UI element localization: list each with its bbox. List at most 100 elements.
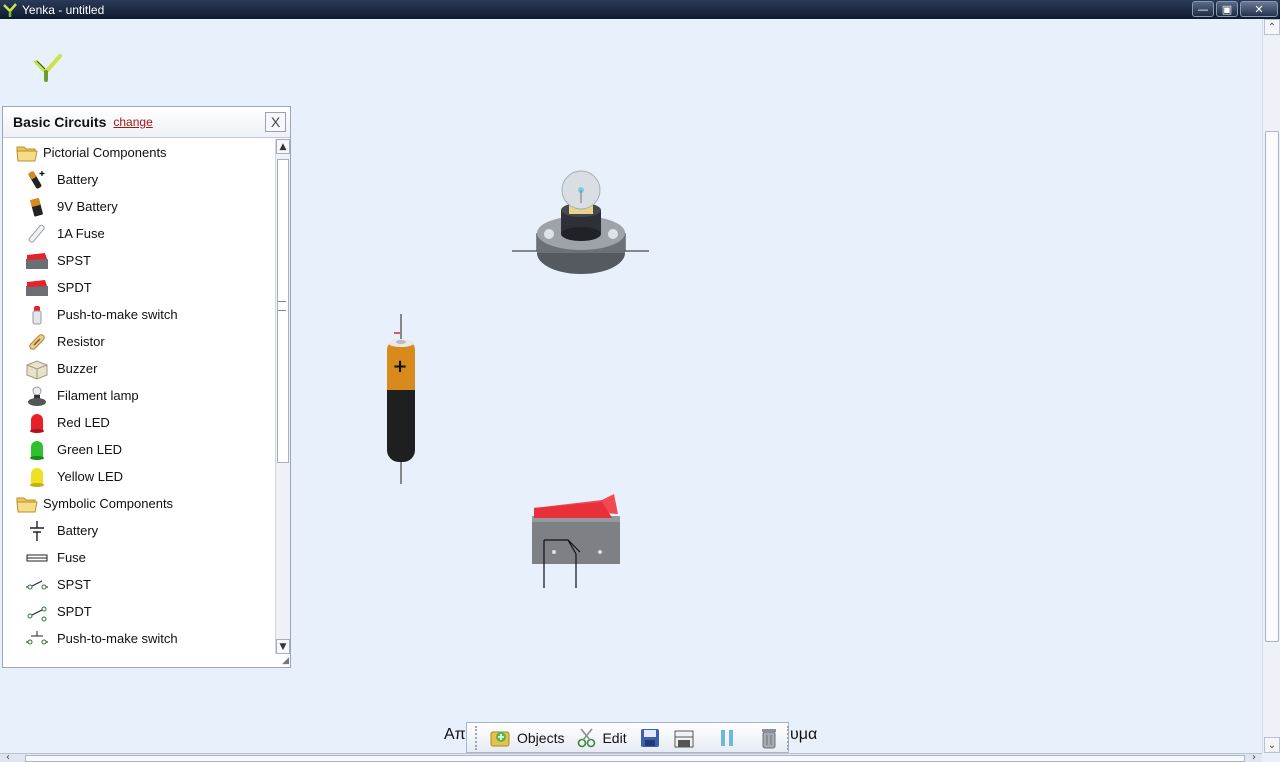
battery-component[interactable]: + — [380, 314, 424, 486]
save-as-icon — [674, 730, 694, 747]
workspace-vertical-scrollbar[interactable]: ⌃ ⌄ — [1262, 19, 1280, 753]
resize-grip-icon[interactable]: ◢ — [282, 656, 289, 666]
folder-label: Pictorial Components — [43, 145, 167, 160]
window-controls: — ▣ ✕ — [1192, 1, 1278, 17]
scroll-down-arrow-icon[interactable]: ⌄ — [1264, 737, 1280, 753]
yenka-logo-icon[interactable] — [33, 52, 63, 82]
list-item-9v-battery[interactable]: 9V Battery — [3, 193, 273, 220]
toolbar-grip-right[interactable] — [786, 725, 789, 750]
objects-button[interactable]: Objects — [485, 724, 568, 752]
pause-button[interactable] — [713, 724, 741, 752]
save-button[interactable] — [635, 724, 665, 752]
trash-button[interactable] — [755, 724, 783, 752]
scissors-icon — [578, 727, 596, 747]
yenka-app-icon — [3, 2, 17, 17]
resistor-icon — [25, 331, 49, 353]
9v-battery-icon — [25, 196, 49, 218]
push-switch-symbol-icon — [25, 628, 49, 650]
list-item-push-to-make-switch-symbol[interactable]: Push-to-make switch — [3, 625, 273, 652]
list-item-label: Battery — [57, 523, 99, 538]
save-icon — [640, 728, 659, 747]
folder-pictorial-components[interactable]: Pictorial Components — [3, 139, 273, 166]
trash-icon — [761, 728, 776, 748]
list-item-label: Push-to-make switch — [57, 631, 178, 646]
list-item-label: Yellow LED — [57, 469, 124, 484]
component-tree: Pictorial Components Battery 9V Battery … — [3, 139, 273, 666]
fuse-icon — [25, 223, 49, 245]
list-item-spdt[interactable]: SPDT — [3, 274, 273, 301]
title-bar: Yenka - untitled — ▣ ✕ — [0, 0, 1280, 19]
list-item-red-led[interactable]: Red LED — [3, 409, 273, 436]
bottom-toolbar: Objects Edit — [466, 722, 789, 753]
green-led-icon — [25, 439, 49, 461]
list-item-label: Green LED — [57, 442, 123, 457]
panel-scrollbar[interactable]: ▲ ▼ — [275, 139, 290, 654]
scroll-up-arrow-icon[interactable]: ⌃ — [1264, 19, 1280, 35]
change-library-link[interactable]: change — [113, 115, 152, 129]
vertical-scroll-thumb[interactable] — [1265, 131, 1279, 642]
edit-button[interactable]: Edit — [572, 724, 630, 752]
spst-switch-icon — [25, 250, 49, 272]
component-library-panel: Basic Circuits change X Pictorial Compon… — [2, 106, 291, 668]
buzzer-icon — [25, 358, 49, 380]
spst-switch-component[interactable] — [528, 488, 624, 590]
list-item-fuse-symbol[interactable]: Fuse — [3, 544, 273, 571]
panel-scroll-thumb[interactable] — [277, 159, 289, 463]
folder-open-icon — [15, 493, 39, 515]
list-item-spst[interactable]: SPST — [3, 247, 273, 274]
scroll-up-arrow-icon[interactable]: ▲ — [276, 139, 290, 154]
filament-lamp-icon — [25, 385, 49, 407]
list-item-1a-fuse[interactable]: 1A Fuse — [3, 220, 273, 247]
list-item-label: Push-to-make switch — [57, 307, 178, 322]
list-item-filament-lamp[interactable]: Filament lamp — [3, 382, 273, 409]
folder-label: Symbolic Components — [43, 496, 174, 511]
list-item-label: Buzzer — [57, 361, 98, 376]
filament-lamp-component[interactable] — [505, 165, 655, 280]
maximize-button[interactable]: ▣ — [1216, 1, 1238, 17]
scroll-right-arrow-icon[interactable]: › — [1252, 752, 1256, 762]
list-item-label: SPST — [57, 253, 91, 268]
list-item-spst-symbol[interactable]: SPST — [3, 571, 273, 598]
list-item-battery-symbol[interactable]: Battery — [3, 517, 273, 544]
save-as-button[interactable] — [669, 724, 699, 752]
objects-icon — [490, 731, 510, 746]
list-item-yellow-led[interactable]: Yellow LED — [3, 463, 273, 490]
list-item-label: Red LED — [57, 415, 110, 430]
list-item-label: SPST — [57, 577, 91, 592]
scroll-left-arrow-icon[interactable]: ‹ — [6, 752, 10, 762]
window-title: Yenka - untitled — [22, 2, 105, 17]
panel-close-button[interactable]: X — [265, 112, 286, 132]
toolbar-grip[interactable] — [475, 725, 477, 750]
push-switch-icon — [25, 304, 49, 326]
workspace-horizontal-scrollbar[interactable]: ‹ › — [0, 752, 1262, 762]
objects-label: Objects — [517, 729, 565, 746]
list-item-push-to-make-switch[interactable]: Push-to-make switch — [3, 301, 273, 328]
spdt-switch-icon — [25, 277, 49, 299]
list-item-spdt-symbol[interactable]: SPDT — [3, 598, 273, 625]
list-item-buzzer[interactable]: Buzzer — [3, 355, 273, 382]
battery-icon — [25, 169, 49, 191]
yellow-led-icon — [25, 466, 49, 488]
folder-symbolic-components[interactable]: Symbolic Components — [3, 490, 273, 517]
list-item-label: 1A Fuse — [57, 226, 105, 241]
close-button[interactable]: ✕ — [1240, 1, 1278, 17]
panel-title: Basic Circuits — [13, 114, 107, 130]
scroll-grip — [278, 301, 286, 311]
status-text-left: Απ — [444, 726, 466, 743]
list-item-label: SPDT — [57, 604, 92, 619]
spst-symbol-icon — [25, 574, 49, 596]
list-item-resistor[interactable]: Resistor — [3, 328, 273, 355]
list-item-green-led[interactable]: Green LED — [3, 436, 273, 463]
horizontal-scroll-thumb[interactable] — [25, 755, 1245, 762]
list-item-label: 9V Battery — [57, 199, 118, 214]
list-item-label: Battery — [57, 172, 99, 187]
folder-open-icon — [15, 142, 39, 164]
battery-plus-label: + — [392, 356, 407, 377]
list-item-battery[interactable]: Battery — [3, 166, 273, 193]
red-led-icon — [25, 412, 49, 434]
scroll-down-arrow-icon[interactable]: ▼ — [276, 639, 290, 654]
list-item-label: Fuse — [57, 550, 86, 565]
list-item-label: Filament lamp — [57, 388, 139, 403]
list-item-label: Resistor — [57, 334, 105, 349]
minimize-button[interactable]: — — [1192, 1, 1214, 17]
